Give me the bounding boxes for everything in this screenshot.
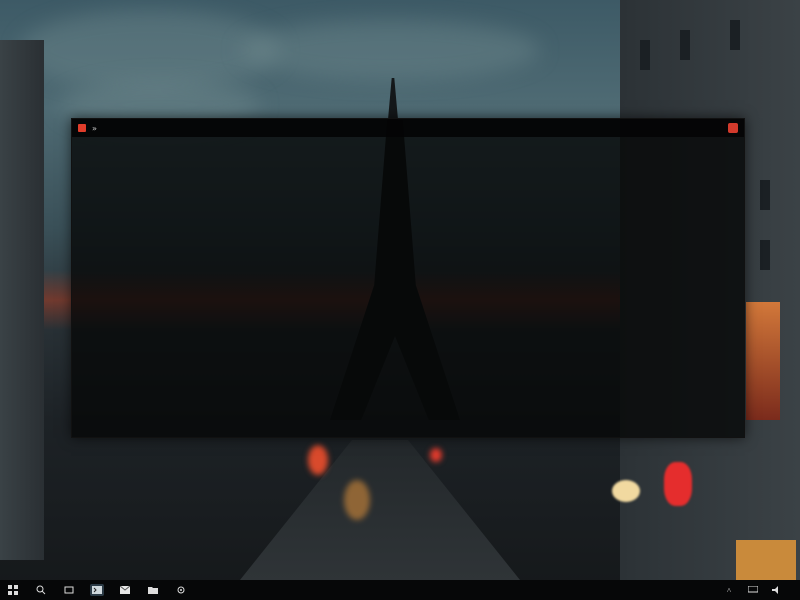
system-tray: ˄ — [722, 584, 794, 596]
red-sign — [664, 462, 692, 506]
street-lamp — [612, 480, 640, 502]
street — [240, 440, 520, 580]
folder-icon[interactable] — [146, 584, 160, 596]
chevron-up-icon[interactable]: ˄ — [722, 584, 736, 596]
shell-icon: » — [92, 123, 97, 133]
code-lines — [100, 155, 122, 425]
volume-icon[interactable] — [770, 584, 784, 596]
shop-window — [746, 302, 780, 420]
taskbar: ˄ — [0, 580, 800, 600]
road-reflection — [344, 480, 370, 520]
eiffel-tower-top — [387, 78, 399, 122]
cloud — [240, 20, 540, 80]
close-button[interactable] — [728, 123, 738, 133]
search-icon[interactable] — [34, 584, 48, 596]
output-lines — [482, 265, 504, 565]
editor-pane[interactable] — [80, 155, 450, 415]
start-icon[interactable] — [6, 584, 20, 596]
output-pane[interactable] — [462, 265, 732, 425]
app-icon — [78, 124, 86, 132]
car-light — [308, 445, 328, 475]
terminal-icon[interactable] — [90, 584, 104, 596]
terminal-window[interactable]: » — [71, 118, 745, 438]
network-icon[interactable] — [746, 584, 760, 596]
task-view-icon[interactable] — [62, 584, 76, 596]
left-building — [0, 40, 44, 560]
shop-window — [736, 540, 796, 580]
menu-bar — [72, 137, 744, 153]
title-bar[interactable]: » — [72, 119, 744, 137]
settings-icon[interactable] — [174, 584, 188, 596]
traffic-light — [430, 448, 442, 462]
mail-icon[interactable] — [118, 584, 132, 596]
